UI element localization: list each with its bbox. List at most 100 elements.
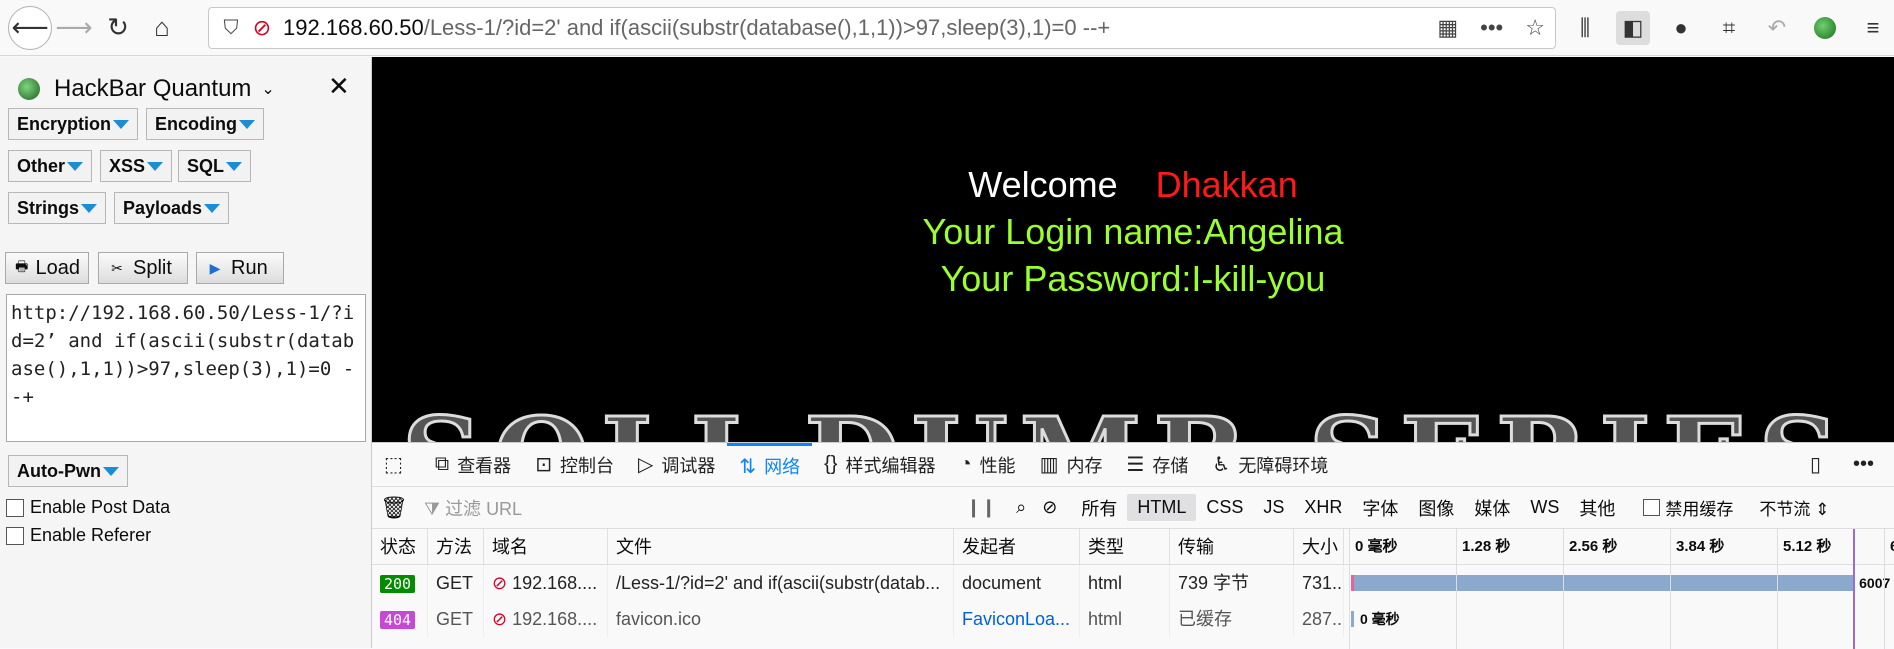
login-name-text: Your Login name:Angelina <box>922 211 1344 252</box>
back-button[interactable]: ⟵ <box>8 5 52 50</box>
qr-code-icon[interactable]: ▦ <box>1437 15 1458 41</box>
close-icon[interactable]: ✕ <box>328 71 350 102</box>
tab-style-editor[interactable]: {} 样式编辑器 <box>812 443 947 487</box>
dropdown-arrow-icon <box>113 119 130 129</box>
strings-menu[interactable]: Strings <box>8 192 107 224</box>
run-button[interactable]: ▶ Run <box>196 252 284 284</box>
picker-button[interactable]: ⬚ <box>372 443 423 487</box>
enable-referer-checkbox[interactable]: Enable Referer <box>6 525 151 546</box>
gauge-icon: ◔ <box>959 453 972 475</box>
shield-icon[interactable]: ⛉ <box>215 17 247 40</box>
payloads-menu[interactable]: Payloads <box>114 192 230 224</box>
library-icon[interactable]: ⫼ <box>1568 11 1602 45</box>
extension-icon[interactable] <box>1808 11 1842 45</box>
network-filter-bar: 🗑 ⧩ 过滤 URL ❙❙ ⌕ ⊘ 所有 HTML CSS JS XHR 字体 … <box>372 487 1894 529</box>
filter-xhr[interactable]: XHR <box>1294 494 1352 521</box>
tab-console[interactable]: ⊡ 控制台 <box>523 443 626 487</box>
encryption-menu[interactable]: Encryption <box>8 108 139 140</box>
encoding-menu[interactable]: Encoding <box>146 108 264 140</box>
cell-transfer: 已缓存 <box>1170 601 1294 637</box>
search-icon[interactable]: ⌕ <box>1006 497 1036 518</box>
sidebar-icon[interactable]: ◧ <box>1616 11 1650 45</box>
reload-button[interactable]: ↻ <box>96 6 140 50</box>
insecure-icon: ⊘ <box>492 573 513 593</box>
devtools-panel: ⬚ ⧉ 查看器 ⊡ 控制台 ▷ 调试器 ⇅ 网络 {} 样式编辑器 ◔ 性能 ▥ 内存 ☰ 存储… <box>372 442 1894 649</box>
url-textarea[interactable]: http://192.168.60.50/Less-1/?id=2’ and i… <box>6 294 366 442</box>
col-type[interactable]: 类型 <box>1080 529 1170 565</box>
pause-icon[interactable]: ❙❙ <box>956 497 1006 518</box>
forward-button[interactable]: ⟶ <box>52 6 96 50</box>
request-row[interactable]: 404 GET ⊘ 192.168.... favicon.ico FaviconLoa… <box>372 601 1894 637</box>
password-text: Your Password:I-kill-you <box>940 258 1326 299</box>
responsive-mode-button[interactable]: ▯ <box>1798 443 1841 487</box>
request-row[interactable]: 200 GET ⊘ 192.168..../Less-1/?id=2' and if… <box>372 565 1894 601</box>
url-text[interactable]: 192.168.60.50/Less-1/?id=2' and if(ascii… <box>283 15 1110 41</box>
col-initiator[interactable]: 发起者 <box>954 529 1080 565</box>
dropdown-arrow-icon <box>81 203 98 213</box>
more-actions-icon[interactable]: ••• <box>1480 15 1503 41</box>
disable-cache-checkbox[interactable]: 禁用缓存 <box>1643 495 1733 520</box>
tab-performance[interactable]: ◔ 性能 <box>947 443 1027 487</box>
checkbox-icon[interactable] <box>6 498 24 517</box>
console-icon: ⊡ <box>535 454 552 476</box>
cell-status: 404 <box>372 601 428 637</box>
insecure-lock-icon[interactable]: ⊘ <box>247 15 277 41</box>
col-transfer[interactable]: 传输 <box>1170 529 1294 565</box>
devtools-menu-button[interactable]: ••• <box>1841 443 1894 487</box>
encoding-label: Encoding <box>155 113 237 134</box>
tab-inspector[interactable]: ⧉ 查看器 <box>423 443 523 487</box>
throttle-select[interactable]: 不节流 ⇕ <box>1759 495 1829 520</box>
filter-media[interactable]: 媒体 <box>1464 492 1520 524</box>
filter-js[interactable]: JS <box>1253 494 1294 521</box>
overflow-menu-icon[interactable]: ≡ <box>1856 11 1890 45</box>
filter-all[interactable]: 所有 <box>1071 492 1127 524</box>
dropdown-arrow-icon <box>204 203 221 213</box>
enable-referer-label: Enable Referer <box>30 525 152 545</box>
autopwn-menu[interactable]: Auto-Pwn <box>8 455 128 487</box>
url-filter-input[interactable]: ⧩ 过滤 URL <box>416 495 956 521</box>
enable-post-checkbox[interactable]: Enable Post Data <box>6 497 170 518</box>
col-domain[interactable]: 域名 <box>484 529 608 565</box>
tab-memory[interactable]: ▥ 内存 <box>1028 443 1115 487</box>
autopwn-label: Auto-Pwn <box>17 460 101 481</box>
checkbox-icon[interactable] <box>6 526 24 545</box>
xss-menu[interactable]: XSS <box>100 150 173 182</box>
hackbar-title[interactable]: HackBar Quantum ⌄ <box>18 75 275 103</box>
other-menu[interactable]: Other <box>8 150 93 182</box>
filter-ws[interactable]: WS <box>1520 494 1569 521</box>
dropdown-arrow-icon <box>102 466 119 476</box>
cell-size: 287... <box>1294 601 1344 637</box>
col-size[interactable]: 大小 <box>1294 529 1344 565</box>
tab-storage[interactable]: ☰ 存储 <box>1114 443 1200 487</box>
home-button[interactable]: ⌂ <box>140 6 184 50</box>
sql-menu[interactable]: SQL <box>178 150 252 182</box>
welcome-line: Welcome Dhakkan <box>372 164 1894 206</box>
filter-html[interactable]: HTML <box>1127 494 1197 521</box>
url-path: /Less-1/?id=2' and if(ascii(substr(datab… <box>423 15 1111 40</box>
block-icon[interactable]: ⊘ <box>1036 497 1071 518</box>
col-status[interactable]: 状态 <box>372 529 428 565</box>
web-page-content: Welcome Dhakkan Your Login name:Angelina … <box>372 57 1894 442</box>
screenshot-icon[interactable]: ⌗ <box>1712 11 1746 45</box>
col-method[interactable]: 方法 <box>428 529 484 565</box>
filter-images[interactable]: 图像 <box>1408 492 1464 524</box>
filter-css[interactable]: CSS <box>1196 494 1253 521</box>
filter-other[interactable]: 其他 <box>1569 492 1625 524</box>
tab-network[interactable]: ⇅ 网络 <box>727 442 813 487</box>
bookmark-star-icon[interactable]: ☆ <box>1525 15 1545 41</box>
undo-icon[interactable]: ↶ <box>1760 11 1794 45</box>
url-host: 192.168.60.50 <box>283 15 424 40</box>
split-button[interactable]: ✂ Split <box>98 252 188 284</box>
timing-label: 0 毫秒 <box>1360 611 1400 627</box>
account-icon[interactable]: ● <box>1664 11 1698 45</box>
checkbox-icon[interactable] <box>1643 499 1661 516</box>
cell-status: 200 <box>372 565 428 601</box>
filter-fonts[interactable]: 字体 <box>1352 492 1408 524</box>
trash-icon[interactable]: 🗑 <box>372 495 416 521</box>
status-badge: 200 <box>380 575 416 593</box>
url-bar[interactable]: ⛉ ⊘ 192.168.60.50/Less-1/?id=2' and if(a… <box>208 7 1556 49</box>
load-button[interactable]: 🖶 Load <box>5 252 89 284</box>
col-file[interactable]: 文件 <box>608 529 954 565</box>
tab-accessibility[interactable]: ♿ 无障碍环境 <box>1200 443 1340 487</box>
tab-debugger[interactable]: ▷ 调试器 <box>626 443 727 487</box>
